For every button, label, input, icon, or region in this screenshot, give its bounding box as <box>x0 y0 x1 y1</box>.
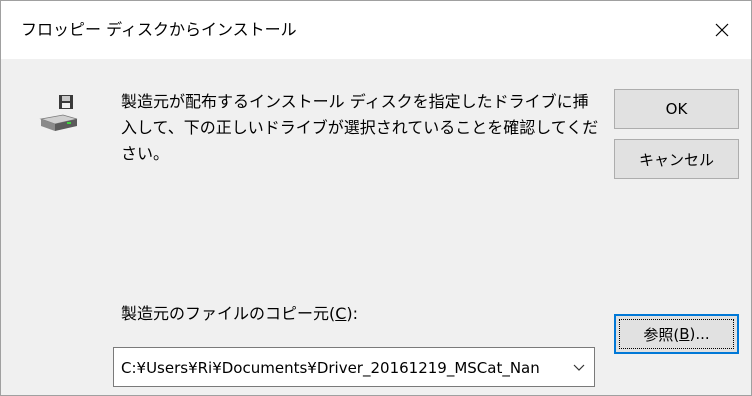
copy-from-label: 製造元のファイルのコピー元(C): <box>121 303 358 325</box>
ok-button[interactable]: OK <box>614 89 739 129</box>
copy-from-accelerator: C <box>335 304 347 323</box>
browse-label-prefix: 参照( <box>643 325 680 344</box>
chevron-down-icon <box>573 364 585 371</box>
copy-from-path-input[interactable] <box>121 357 561 379</box>
cancel-button[interactable]: キャンセル <box>614 139 739 179</box>
copy-from-combobox[interactable] <box>113 347 595 387</box>
browse-button-focus-rect: 参照(B)... <box>619 319 734 349</box>
copy-from-label-prefix: 製造元のファイルのコピー元( <box>121 304 336 323</box>
close-button[interactable] <box>693 1 751 59</box>
copy-from-label-suffix: ): <box>346 304 359 323</box>
instruction-message: 製造元が配布するインストール ディスクを指定したドライブに挿入して、下の正しいド… <box>121 92 599 163</box>
browse-label-suffix: )... <box>689 325 710 343</box>
install-from-disk-dialog: フロッピー ディスクからインストール 製造元が配布するインストール ディスクを指… <box>0 0 752 396</box>
combobox-dropdown-button[interactable] <box>568 358 590 378</box>
browse-accelerator: B <box>679 325 690 343</box>
window-title: フロッピー ディスクからインストール <box>21 20 297 39</box>
title-bar[interactable]: フロッピー ディスクからインストール <box>1 1 751 59</box>
floppy-drive-icon <box>39 95 78 131</box>
dialog-body: 製造元が配布するインストール ディスクを指定したドライブに挿入して、下の正しいド… <box>1 59 751 395</box>
close-icon <box>715 23 729 37</box>
browse-button[interactable]: 参照(B)... <box>614 314 739 354</box>
